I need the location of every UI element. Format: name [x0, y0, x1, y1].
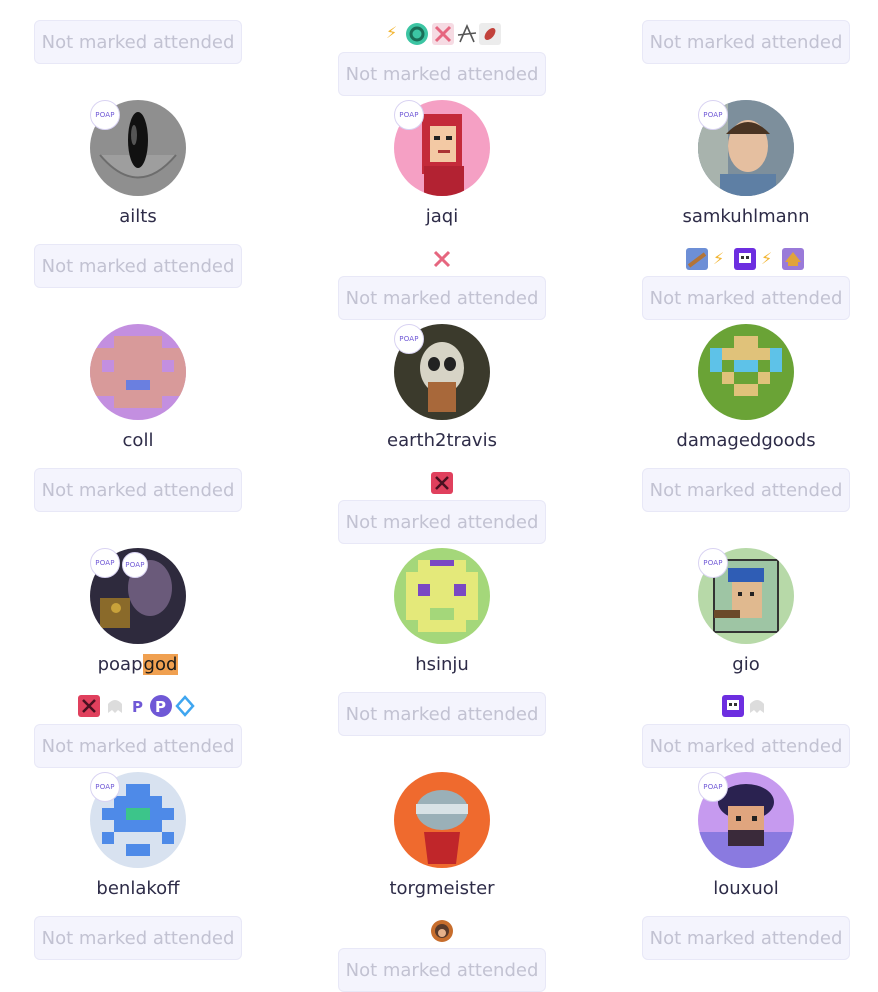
- status-button[interactable]: Not marked attended: [338, 500, 546, 544]
- username-prefix: poap: [97, 654, 143, 675]
- status-button[interactable]: Not marked attended: [34, 468, 242, 512]
- avatar[interactable]: [698, 324, 794, 420]
- status-button[interactable]: Not marked attended: [338, 276, 546, 320]
- lightning-badge-icon[interactable]: ⚡: [713, 248, 724, 270]
- circle-badge-icon[interactable]: [406, 23, 428, 45]
- status-button[interactable]: Not marked attended: [338, 692, 546, 736]
- svg-text:P: P: [132, 698, 143, 716]
- monkey-badge-icon[interactable]: [431, 920, 453, 942]
- avatar[interactable]: [394, 548, 490, 644]
- status-button[interactable]: Not marked attended: [338, 52, 546, 96]
- status-button[interactable]: Not marked attended: [642, 20, 850, 64]
- status-button[interactable]: Not marked attended: [642, 276, 850, 320]
- username[interactable]: coll: [18, 430, 258, 451]
- username[interactable]: hsinju: [322, 654, 562, 675]
- ghost-badge-icon[interactable]: [104, 695, 126, 717]
- poap-p-badge-icon[interactable]: P: [150, 695, 172, 717]
- username[interactable]: earth2travis: [322, 430, 562, 451]
- status-button[interactable]: Not marked attended: [34, 916, 242, 960]
- poap-badge: POAP: [90, 100, 120, 130]
- username[interactable]: jaqi: [322, 206, 562, 227]
- poap-badge: POAP: [394, 324, 424, 354]
- striked-a-badge-icon[interactable]: [456, 23, 478, 45]
- username[interactable]: ailts: [18, 206, 258, 227]
- crossed-swords-badge-icon[interactable]: [432, 23, 454, 45]
- username[interactable]: gio: [626, 654, 866, 675]
- status-button[interactable]: Not marked attended: [642, 724, 850, 768]
- poap-badge: POAP: [698, 772, 728, 802]
- leaf-badge-icon[interactable]: [479, 23, 501, 45]
- status-button[interactable]: Not marked attended: [34, 20, 242, 64]
- ghost-badge-icon[interactable]: [746, 695, 768, 717]
- username[interactable]: louxuol: [626, 878, 866, 899]
- poap-badge: POAP: [122, 552, 148, 578]
- status-button[interactable]: Not marked attended: [642, 468, 850, 512]
- poap-badge: POAP: [394, 100, 424, 130]
- username-highlight: god: [142, 654, 179, 675]
- robot-badge-icon[interactable]: [722, 695, 744, 717]
- username[interactable]: damagedgoods: [626, 430, 866, 451]
- lightning-badge-icon[interactable]: ⚡: [386, 22, 397, 44]
- username[interactable]: torgmeister: [322, 878, 562, 899]
- avatar[interactable]: [90, 324, 186, 420]
- lightning-badge-icon[interactable]: ⚡: [761, 248, 772, 270]
- username[interactable]: samkuhlmann: [626, 206, 866, 227]
- username[interactable]: benlakoff: [18, 878, 258, 899]
- poap-badge: POAP: [698, 548, 728, 578]
- avatar[interactable]: [394, 772, 490, 868]
- hat-badge-icon[interactable]: [782, 248, 804, 270]
- status-button[interactable]: Not marked attended: [338, 948, 546, 992]
- status-button[interactable]: Not marked attended: [642, 916, 850, 960]
- poap-badge: POAP: [698, 100, 728, 130]
- bird-badge-icon[interactable]: [686, 248, 708, 270]
- p-coin-badge-icon[interactable]: P: [128, 695, 150, 717]
- crossed-swords-badge-icon[interactable]: [431, 472, 453, 494]
- status-button[interactable]: Not marked attended: [34, 244, 242, 288]
- diamond-badge-icon[interactable]: [174, 695, 196, 717]
- crossed-swords-badge-icon[interactable]: [431, 248, 453, 270]
- username[interactable]: poapgod: [18, 654, 258, 675]
- robot-badge-icon[interactable]: [734, 248, 756, 270]
- poap-badge: POAP: [90, 772, 120, 802]
- crossed-swords-badge-icon[interactable]: [78, 695, 100, 717]
- poap-badge: POAP: [90, 548, 120, 578]
- svg-text:P: P: [155, 698, 166, 716]
- status-button[interactable]: Not marked attended: [34, 724, 242, 768]
